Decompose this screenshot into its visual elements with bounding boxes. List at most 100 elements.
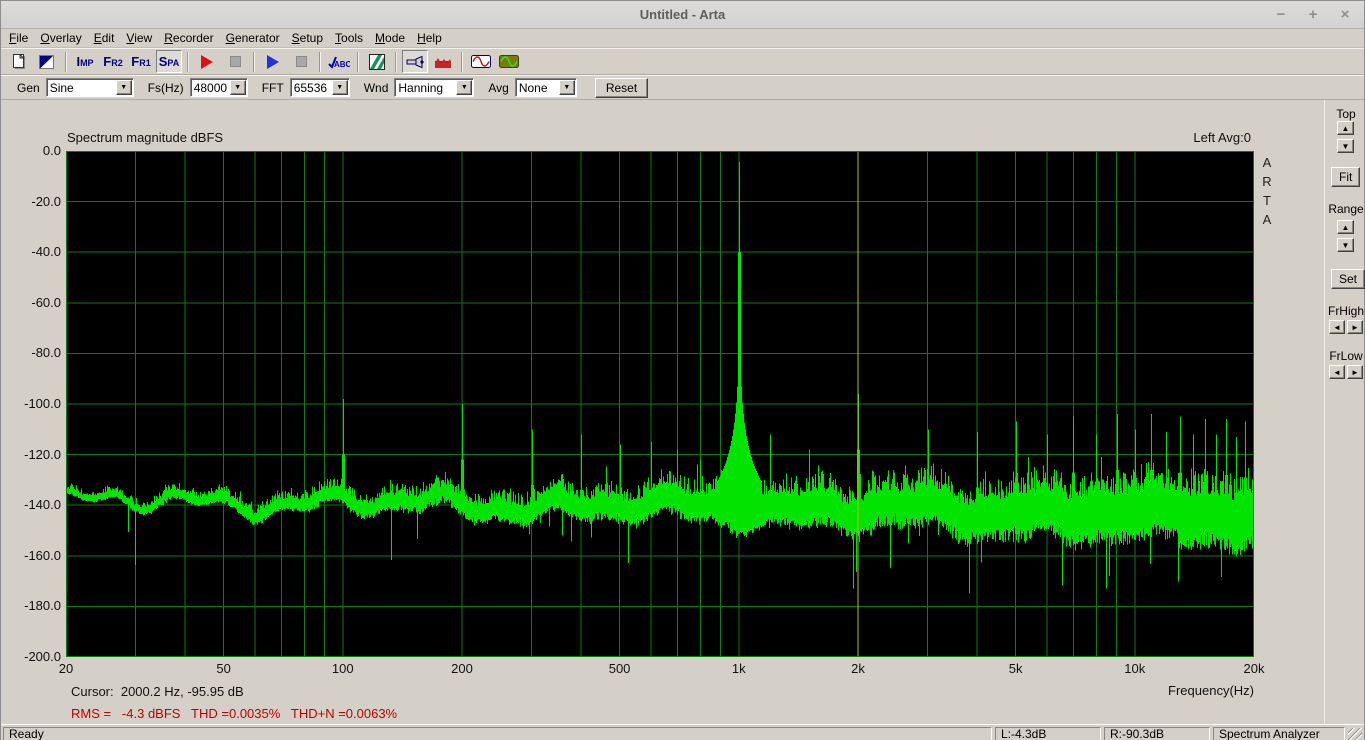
imp-mode-button[interactable]: IMP [72,50,98,73]
resize-grip[interactable] [1348,728,1362,740]
status-cell-2: Spectrum Analyzer [1213,726,1345,740]
menu-generator[interactable]: Generator [220,29,286,47]
new-file-button[interactable] [6,50,32,73]
menu-setup[interactable]: Setup [286,29,329,47]
fr1-mode-button[interactable]: FR1 [128,50,154,73]
fit-button[interactable]: Fit [1331,167,1361,187]
menu-recorder[interactable]: Recorder [158,29,219,47]
toolbar: IMP FR2 FR1 SPA ABC [1,48,1364,75]
menu-overlay[interactable]: Overlay [34,29,87,47]
toolbar-separator [395,51,397,72]
top-down-button[interactable]: ▼ [1337,139,1354,153]
spectrum-view-button[interactable] [430,50,456,73]
calibrate-button[interactable]: ABC [326,50,352,73]
new-document-icon [13,53,25,69]
generator-stop-button [288,50,314,73]
menu-edit[interactable]: Edit [88,29,121,47]
range-up-button[interactable]: ▲ [1337,220,1354,234]
top-label: Top [1336,107,1356,121]
x-tick-label: 50 [216,661,231,676]
frlow-left-button[interactable]: ◄ [1329,365,1345,379]
menu-file[interactable]: File [3,29,34,47]
wnd-combo-value: Hanning [398,80,444,95]
cursor-readout: Cursor: 2000.2 Hz, -95.95 dB [71,684,244,699]
status-message: Ready [3,726,992,740]
frhigh-left-button[interactable]: ◄ [1329,320,1345,334]
record-stop-button [222,50,248,73]
x-tick-label: 20 [58,661,74,676]
y-tick-label: 0.0 [42,143,61,158]
green-sine-icon [499,55,519,68]
chevron-down-icon[interactable]: ▼ [229,80,246,95]
fs-combo[interactable]: 48000 ▼ [189,78,248,97]
gen-combo[interactable]: Sine ▼ [45,78,134,97]
arta-watermark: ARTA [1262,155,1272,227]
generator-run-button[interactable] [260,50,286,73]
arta-window: Untitled - Arta − + × File Overlay Edit View R… [0,0,1365,740]
chevron-down-icon[interactable]: ▼ [456,80,473,95]
y-tick-label: -20.0 [31,193,61,209]
spectrum-canvas[interactable] [66,151,1254,657]
x-tick-label: 5k [1008,661,1023,676]
avg-combo-value: None [518,80,548,95]
green-stripes-icon [369,53,385,70]
gen-combo-label: Gen [17,80,40,95]
fr2-mode-button[interactable]: FR2 [100,50,126,73]
generator-bar: Gen Sine ▼ Fs(Hz) 48000 ▼ FFT 65536 ▼ Wnd Hanning ▼… [1,75,1364,100]
frhigh-right-button[interactable]: ► [1347,320,1363,334]
x-tick-label: 100 [331,661,354,676]
red-play-icon [201,54,213,69]
minimize-button[interactable]: − [1272,6,1290,24]
x-tick-label: 1k [731,661,746,676]
menu-view[interactable]: View [120,29,158,47]
rms-thd-readout: RMS = -4.3 dBFS THD =0.0035% THD+N =0.00… [71,706,398,721]
sine-generator-button[interactable] [468,50,494,73]
fft-combo[interactable]: 65536 ▼ [289,78,350,97]
set-button[interactable]: Set [1331,269,1365,289]
chevron-down-icon[interactable]: ▼ [558,80,575,95]
y-tick-label: -100.0 [24,396,61,411]
chevron-down-icon[interactable]: ▼ [115,80,132,95]
x-tick-label: 200 [451,661,473,676]
chevron-down-icon[interactable]: ▼ [331,80,348,95]
spa-mode-button[interactable]: SPA [156,50,182,73]
avg-combo-label: Avg [488,80,509,95]
fft-combo-label: FFT [261,80,284,95]
x-axis-title: Frequency(Hz) [1168,683,1254,698]
scale-button[interactable] [34,50,60,73]
svg-text:ABC: ABC [334,60,350,69]
range-down-button[interactable]: ▼ [1337,238,1354,252]
wnd-combo[interactable]: Hanning ▼ [394,78,475,97]
menu-help[interactable]: Help [411,29,448,47]
scaling-button[interactable] [364,50,390,73]
window-controls: − + × [1272,1,1354,29]
reset-button[interactable]: Reset [594,77,649,98]
fft-combo-value: 65536 [293,80,328,95]
red-blue-mountain-icon [435,57,451,68]
menu-tools[interactable]: Tools [329,29,369,47]
toolbar-separator [319,51,321,72]
maximize-button[interactable]: + [1304,6,1322,24]
probe-button[interactable] [402,50,428,73]
fs-combo-label: Fs(Hz) [147,80,184,95]
y-tick-label: -180.0 [24,598,61,614]
stop-icon [229,56,241,67]
y-tick-label: -40.0 [31,244,61,260]
close-button[interactable]: × [1336,6,1354,24]
menu-mode[interactable]: Mode [369,29,411,47]
status-cell-1: R:-90.3dB [1104,726,1210,740]
record-run-button[interactable] [194,50,220,73]
toolbar-separator [65,51,67,72]
level-meter-button[interactable] [496,50,522,73]
stop-icon [295,56,307,67]
avg-combo[interactable]: None ▼ [514,78,577,97]
red-sine-icon [471,55,491,68]
y-tick-label: -120.0 [24,446,61,462]
statusbar: Ready L:-4.3dB R:-90.3dB Spectrum Analyzer [1,724,1364,740]
window-title: Untitled - Arta [639,7,726,22]
frlow-right-button[interactable]: ► [1347,365,1363,379]
x-tick-label: 500 [608,661,631,676]
abc-check-icon: ABC [328,56,350,69]
top-up-button[interactable]: ▲ [1337,121,1354,135]
menubar: File Overlay Edit View Recorder Generator Setu… [1,29,1364,48]
